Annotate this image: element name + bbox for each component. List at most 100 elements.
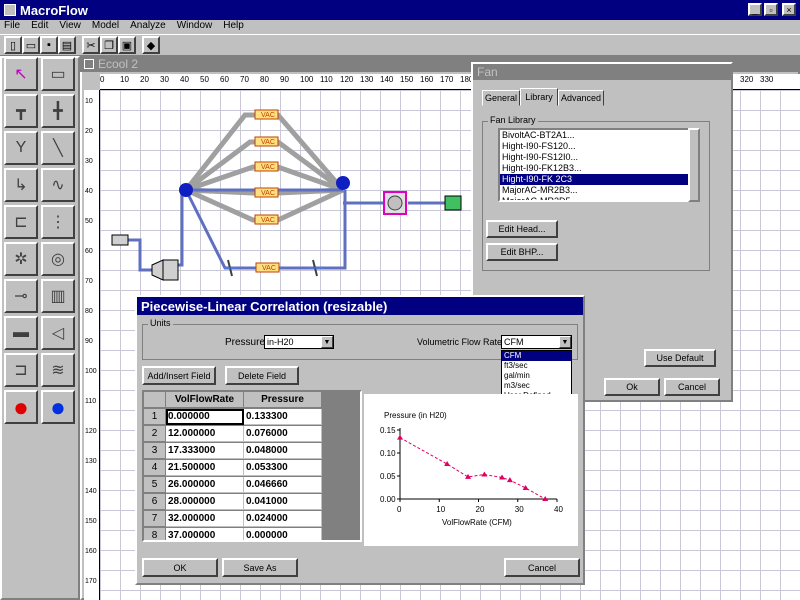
- cross-icon[interactable]: ╋: [41, 94, 75, 128]
- dropdown-option[interactable]: gal/min: [502, 371, 571, 381]
- data-point[interactable]: [444, 461, 451, 467]
- use-default-button[interactable]: Use Default: [644, 349, 716, 367]
- junction-node-icon[interactable]: [336, 176, 350, 190]
- flow-cell[interactable]: 26.000000: [166, 477, 244, 493]
- arrow-tool-icon[interactable]: ↖: [4, 57, 38, 91]
- dropdown-option[interactable]: ft3/sec: [502, 361, 571, 371]
- offset-icon[interactable]: ∿: [41, 168, 75, 202]
- pressure-cell[interactable]: 0.046660: [244, 477, 322, 493]
- data-point[interactable]: [506, 477, 513, 483]
- copy-icon[interactable]: ❐: [100, 36, 118, 54]
- pwl-cancel-button[interactable]: Cancel: [504, 558, 580, 577]
- list-item[interactable]: Hight-I90-FK12B3...: [500, 163, 698, 174]
- data-grid[interactable]: VolFlowRate Pressure 1 0.000000 0.133300 2 12.…: [144, 392, 360, 540]
- row-header[interactable]: 4: [144, 460, 166, 476]
- filter-icon[interactable]: ▥: [41, 279, 75, 313]
- flow-cell[interactable]: 32.000000: [166, 511, 244, 527]
- flow-cell[interactable]: 17.333000: [166, 443, 244, 459]
- tab-library[interactable]: Library: [520, 88, 558, 106]
- coupling-icon[interactable]: [162, 259, 179, 281]
- row-header[interactable]: 1: [144, 409, 166, 425]
- tab-general[interactable]: General: [482, 90, 520, 106]
- junction-node-icon[interactable]: [179, 183, 193, 197]
- pressure-cell[interactable]: 0.041000: [244, 494, 322, 510]
- list-item[interactable]: MajorAC-MR2D5...: [500, 196, 698, 200]
- fan-ok-button[interactable]: Ok: [604, 378, 660, 396]
- damper-icon[interactable]: ⊸: [4, 279, 38, 313]
- menu-model[interactable]: Model: [92, 20, 119, 34]
- flow-cell[interactable]: 21.500000: [166, 460, 244, 476]
- grille-icon[interactable]: [309, 259, 323, 277]
- flow-cell[interactable]: 28.000000: [166, 494, 244, 510]
- new-file-icon[interactable]: ▯: [4, 36, 22, 54]
- fan-icon[interactable]: ✲: [4, 242, 38, 276]
- menu-file[interactable]: File: [4, 20, 20, 34]
- column-header[interactable]: VolFlowRate: [166, 392, 244, 408]
- list-item[interactable]: Hight-I90-FK 2C3: [500, 174, 698, 185]
- flow-cell[interactable]: 0.000000: [166, 409, 244, 425]
- nozzle-icon[interactable]: ⊐: [4, 353, 38, 387]
- red-node-icon[interactable]: ●: [4, 390, 38, 424]
- menu-analyze[interactable]: Analyze: [130, 20, 166, 34]
- list-item[interactable]: Hight-I90-FS120...: [500, 141, 698, 152]
- add-insert-field-button[interactable]: Add/Insert Field: [142, 366, 216, 385]
- blue-node-icon[interactable]: ●: [41, 390, 75, 424]
- elbow-icon[interactable]: ↳: [4, 168, 38, 202]
- nozzle-icon[interactable]: [151, 259, 164, 281]
- save-as-button[interactable]: Save As: [222, 558, 298, 577]
- list-item[interactable]: MajorAC-MR2B3...: [500, 185, 698, 196]
- fan-cancel-button[interactable]: Cancel: [664, 378, 720, 396]
- data-point[interactable]: [397, 434, 403, 440]
- menu-edit[interactable]: Edit: [31, 20, 48, 34]
- tab-advanced[interactable]: Advanced: [558, 90, 604, 106]
- menu-help[interactable]: Help: [223, 20, 244, 34]
- paste-icon[interactable]: ▣: [118, 36, 136, 54]
- straight-section-icon[interactable]: ▬: [4, 316, 38, 350]
- pressure-unit-select[interactable]: in-H20 ▼: [264, 335, 334, 349]
- flow-cell[interactable]: 37.000000: [166, 528, 244, 540]
- row-header[interactable]: 2: [144, 426, 166, 442]
- edit-head-button[interactable]: Edit Head...: [486, 220, 558, 238]
- minimize-button[interactable]: _: [748, 3, 762, 16]
- flow-unit-select[interactable]: CFM ▼: [501, 335, 572, 349]
- grille-icon[interactable]: ⋮: [41, 205, 75, 239]
- column-header[interactable]: Pressure: [244, 392, 322, 408]
- list-item[interactable]: BivoltAC-BT2A1...: [500, 130, 698, 141]
- pwl-ok-button[interactable]: OK: [142, 558, 218, 577]
- data-point[interactable]: [481, 471, 488, 477]
- pressure-cell[interactable]: 0.048000: [244, 443, 322, 459]
- row-header[interactable]: 8: [144, 528, 166, 540]
- about-icon[interactable]: ◆: [142, 36, 160, 54]
- diffuser-icon[interactable]: ◁: [41, 316, 75, 350]
- edit-bhp-button[interactable]: Edit BHP...: [486, 243, 558, 261]
- pressure-cell[interactable]: 0.000000: [244, 528, 322, 540]
- centrifugal-fan-icon[interactable]: ◎: [41, 242, 75, 276]
- pressure-cell[interactable]: 0.024000: [244, 511, 322, 527]
- pressure-cell[interactable]: 0.133300: [244, 409, 322, 425]
- fan-library-list[interactable]: BivoltAC-BT2A1... Hight-I90-FS120... Hight…: [498, 128, 700, 202]
- delete-field-button[interactable]: Delete Field: [225, 366, 299, 385]
- pressure-cell[interactable]: 0.076000: [244, 426, 322, 442]
- lateral-icon[interactable]: ╲: [41, 131, 75, 165]
- menu-view[interactable]: View: [59, 20, 81, 34]
- grille-icon[interactable]: [224, 259, 238, 277]
- tee-icon[interactable]: ┳: [4, 94, 38, 128]
- row-header[interactable]: 3: [144, 443, 166, 459]
- outlet-icon[interactable]: [444, 195, 462, 211]
- row-header[interactable]: 6: [144, 494, 166, 510]
- close-button[interactable]: ×: [782, 3, 796, 16]
- list-scrollbar[interactable]: [688, 128, 700, 202]
- heater-icon[interactable]: ≋: [41, 353, 75, 387]
- dropdown-option[interactable]: CFM: [502, 351, 571, 361]
- chevron-down-icon[interactable]: ▼: [559, 336, 571, 348]
- open-folder-icon[interactable]: ▭: [22, 36, 40, 54]
- pressure-cell[interactable]: 0.053300: [244, 460, 322, 476]
- row-header[interactable]: 5: [144, 477, 166, 493]
- row-header[interactable]: 7: [144, 511, 166, 527]
- dropdown-option[interactable]: m3/sec: [502, 381, 571, 391]
- menu-window[interactable]: Window: [177, 20, 213, 34]
- print-icon[interactable]: ▤: [58, 36, 76, 54]
- inlet-icon[interactable]: [111, 234, 129, 246]
- cut-icon[interactable]: ✂: [82, 36, 100, 54]
- coupling-icon[interactable]: ⊏: [4, 205, 38, 239]
